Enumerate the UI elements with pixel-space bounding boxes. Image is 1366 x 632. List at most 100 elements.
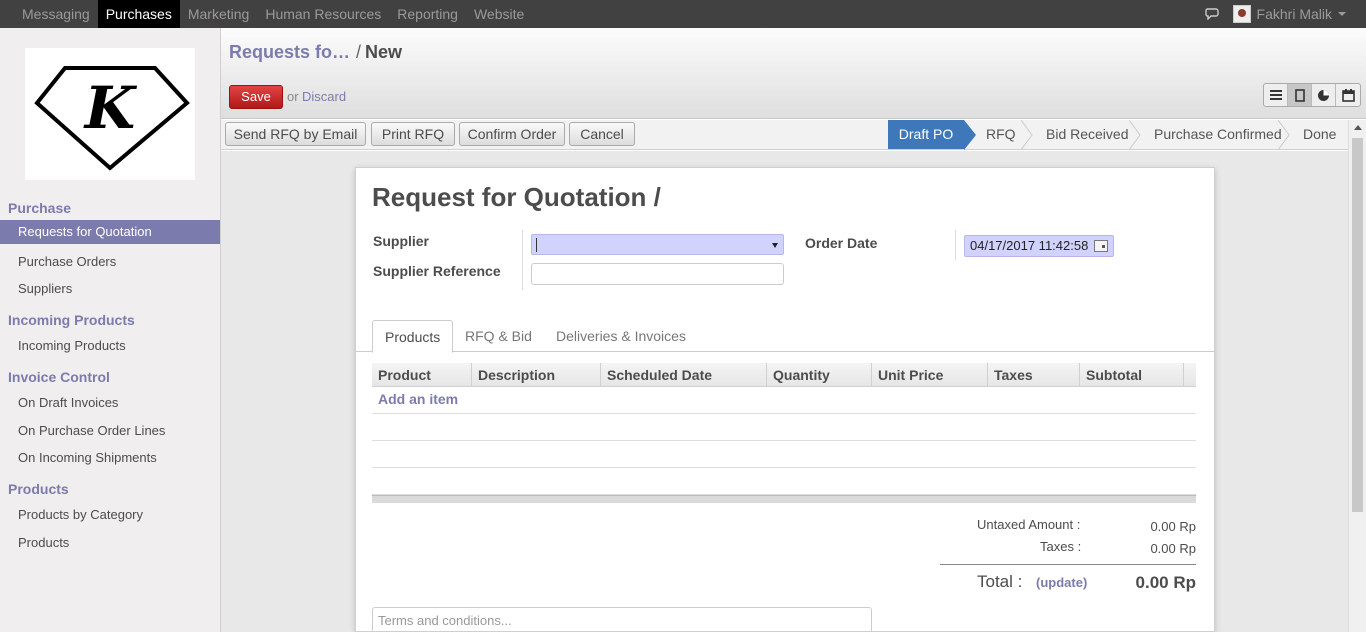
menu-marketing[interactable]: Marketing — [180, 0, 257, 28]
taxes-label: Taxes : — [1040, 539, 1082, 554]
scrollbar[interactable] — [1348, 120, 1366, 632]
section-incoming-products: Incoming Products — [8, 312, 135, 328]
field-divider — [522, 230, 523, 290]
chevron-down-icon[interactable] — [772, 243, 778, 248]
update-link[interactable]: (update) — [1036, 575, 1087, 590]
graph-view-icon[interactable] — [1312, 84, 1336, 106]
list-view-icon[interactable] — [1264, 84, 1288, 106]
stage-separator — [1021, 120, 1033, 150]
total-value: 0.00 Rp — [1135, 573, 1196, 592]
section-products: Products — [8, 481, 69, 497]
scroll-up-icon[interactable] — [1354, 125, 1362, 130]
save-button[interactable]: Save — [229, 85, 283, 109]
table-row: Add an item — [372, 387, 1196, 414]
menu-messaging[interactable]: Messaging — [14, 0, 98, 28]
supplier-select[interactable] — [531, 234, 784, 255]
column-subtotal[interactable]: Subtotal — [1079, 363, 1183, 387]
scrollbar-thumb[interactable] — [1352, 138, 1363, 512]
column-actions — [1183, 363, 1196, 387]
send-rfq-email-button[interactable]: Send RFQ by Email — [225, 122, 366, 146]
user-name[interactable]: Fakhri Malik — [1257, 6, 1332, 22]
chevron-down-icon[interactable] — [1338, 12, 1346, 16]
stage-rfq[interactable]: RFQ — [986, 120, 1016, 149]
order-date-label: Order Date — [805, 235, 878, 251]
cancel-button[interactable]: Cancel — [569, 122, 635, 146]
stage-done[interactable]: Done — [1303, 120, 1336, 149]
total-label: Total : — [977, 572, 1023, 591]
calendar-icon[interactable] — [1094, 240, 1108, 252]
company-logo[interactable]: K — [25, 48, 195, 180]
sidebar-item-suppliers[interactable]: Suppliers — [0, 277, 220, 301]
stage-bid-received[interactable]: Bid Received — [1046, 120, 1129, 149]
column-product[interactable]: Product — [372, 363, 471, 387]
column-quantity[interactable]: Quantity — [766, 363, 871, 387]
text-cursor — [536, 238, 537, 252]
view-switcher — [1263, 83, 1361, 107]
status-bar: Send RFQ by Email Print RFQ Confirm Orde… — [221, 120, 1348, 150]
taxes-value: 0.00 Rp — [1150, 541, 1196, 556]
avatar[interactable] — [1232, 5, 1251, 23]
chat-icon[interactable] — [1204, 8, 1219, 20]
view-header: Requests fo… / New Save or Discard — [221, 28, 1366, 119]
table-row — [372, 441, 1196, 468]
sidebar: K Purchase Requests for Quotation Purcha… — [0, 28, 221, 632]
sidebar-item-products[interactable]: Products — [0, 531, 220, 555]
sidebar-item-on-incoming-shipments[interactable]: On Incoming Shipments — [0, 446, 220, 470]
main-menu: Messaging Purchases Marketing Human Reso… — [14, 0, 532, 28]
supplier-reference-input[interactable] — [531, 263, 784, 285]
breadcrumb-current: New — [365, 42, 403, 62]
total-divider — [940, 564, 1196, 565]
breadcrumb: Requests fo… / New — [229, 42, 402, 63]
sidebar-item-purchase-orders[interactable]: Purchase Orders — [0, 250, 220, 274]
column-description[interactable]: Description — [471, 363, 600, 387]
section-invoice-control: Invoice Control — [8, 369, 110, 385]
untaxed-amount-value: 0.00 Rp — [1150, 519, 1196, 534]
column-scheduled-date[interactable]: Scheduled Date — [600, 363, 766, 387]
section-purchase: Purchase — [8, 200, 72, 216]
stage-purchase-confirmed[interactable]: Purchase Confirmed — [1154, 120, 1282, 149]
tab-products[interactable]: Products — [372, 320, 454, 353]
calendar-view-icon[interactable] — [1336, 84, 1360, 106]
page-title: Request for Quotation / — [372, 182, 661, 212]
order-date-input[interactable]: 04/17/2017 11:42:58 — [964, 235, 1114, 257]
order-lines-table: Product Description Scheduled Date Quant… — [372, 363, 1196, 503]
breadcrumb-link[interactable]: Requests fo… — [229, 42, 350, 62]
supplier-label: Supplier — [373, 233, 430, 249]
svg-text:K: K — [83, 74, 138, 142]
supplier-reference-label: Supplier Reference — [373, 263, 501, 279]
menu-reporting[interactable]: Reporting — [389, 0, 466, 28]
tab-deliveries-invoices[interactable]: Deliveries & Invoices — [544, 320, 698, 352]
discard-link[interactable]: Discard — [302, 89, 346, 104]
field-divider — [955, 230, 956, 260]
stage-draft-po[interactable]: Draft PO — [888, 120, 964, 149]
print-rfq-button[interactable]: Print RFQ — [371, 122, 455, 146]
top-navbar: Messaging Purchases Marketing Human Reso… — [0, 0, 1366, 28]
add-item-link[interactable]: Add an item — [378, 391, 458, 407]
untaxed-amount-label: Untaxed Amount : — [977, 517, 1081, 532]
logo-image: K — [34, 66, 190, 171]
table-footer — [372, 495, 1196, 503]
menu-purchases[interactable]: Purchases — [97, 0, 180, 28]
order-date-value: 04/17/2017 11:42:58 — [970, 238, 1089, 253]
table-row — [372, 414, 1196, 441]
sidebar-item-on-purchase-order-lines[interactable]: On Purchase Order Lines — [0, 419, 220, 443]
sidebar-item-incoming-products[interactable]: Incoming Products — [0, 334, 220, 358]
sidebar-item-requests-for-quotation[interactable]: Requests for Quotation — [0, 220, 220, 244]
column-taxes[interactable]: Taxes — [987, 363, 1079, 387]
table-header: Product Description Scheduled Date Quant… — [372, 363, 1196, 387]
table-row — [372, 468, 1196, 495]
menu-website[interactable]: Website — [466, 0, 532, 28]
tab-rfq-bid[interactable]: RFQ & Bid — [453, 320, 544, 352]
breadcrumb-separator: / — [356, 42, 362, 62]
notebook-tabs: Products RFQ & Bid Deliveries & Invoices — [356, 320, 1214, 353]
form-view-icon[interactable] — [1288, 84, 1312, 106]
terms-conditions-input[interactable]: Terms and conditions... — [372, 607, 872, 632]
menu-human-resources[interactable]: Human Resources — [257, 0, 389, 28]
column-unit-price[interactable]: Unit Price — [871, 363, 987, 387]
stage-separator — [1278, 120, 1290, 150]
user-area: Fakhri Malik — [1204, 0, 1346, 28]
confirm-order-button[interactable]: Confirm Order — [459, 122, 565, 146]
sidebar-item-products-by-category[interactable]: Products by Category — [0, 503, 220, 527]
sidebar-item-on-draft-invoices[interactable]: On Draft Invoices — [0, 391, 220, 415]
stage-separator — [1129, 120, 1141, 150]
